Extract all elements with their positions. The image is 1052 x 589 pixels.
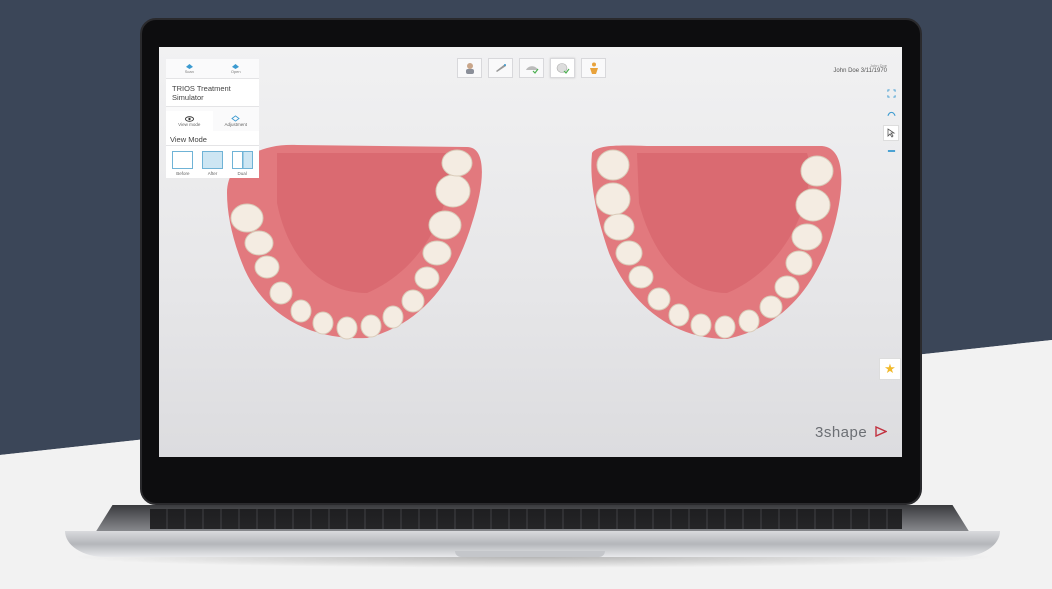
panel-tabs: View mode Adjustment: [166, 111, 259, 131]
patient-info: John Doe John Doe 3/11/1970: [833, 63, 887, 74]
fullscreen-button[interactable]: [884, 87, 898, 99]
adjust-icon: [231, 115, 240, 122]
treatment-button[interactable]: [581, 58, 606, 78]
app-screen: Scan Open TRIOS Treatment Simulator View…: [159, 47, 902, 457]
tab-adjustment[interactable]: Adjustment: [213, 111, 260, 131]
patient-face-icon: [465, 63, 474, 74]
treatment-icon: [589, 62, 598, 74]
jaw-check-button[interactable]: [519, 58, 544, 78]
open-button[interactable]: Open: [213, 59, 260, 78]
mode-after-button[interactable]: After: [201, 151, 223, 176]
tool-panel: Scan Open TRIOS Treatment Simulator View…: [166, 59, 259, 178]
mode-after-label: After: [207, 171, 218, 176]
patient-name-dob: John Doe 3/11/1970: [833, 68, 887, 74]
mode-before-label: Before: [176, 171, 190, 176]
scan-button-label: Scan: [184, 68, 194, 74]
mode-dual-button[interactable]: Dual: [231, 151, 253, 176]
cursor-select-button[interactable]: [883, 125, 899, 141]
rotate-up-icon: [886, 111, 896, 116]
rotate-up-button[interactable]: [884, 107, 898, 119]
tab-view-mode[interactable]: View mode: [166, 111, 213, 131]
patient-face-button[interactable]: [457, 58, 482, 78]
tooth-check-button[interactable]: [550, 58, 575, 78]
scanner-icon: [495, 64, 506, 72]
brand-logo-triangle-icon: [875, 426, 887, 437]
scanner-button[interactable]: [488, 58, 513, 78]
mode-before-icon: [172, 151, 194, 169]
mode-dual-icon: [231, 151, 253, 169]
view-mode-options: Before After Dual: [166, 146, 259, 178]
mode-after-icon: [201, 151, 223, 169]
star-icon: ★: [884, 361, 896, 376]
panel-top-buttons: Scan Open: [166, 59, 259, 79]
tooth-check-icon: [556, 63, 569, 74]
panel-title: TRIOS Treatment Simulator: [166, 79, 259, 107]
dental-arch-after[interactable]: [587, 143, 847, 343]
view-mode-heading: View Mode: [166, 131, 259, 146]
jaw-check-icon: [525, 66, 538, 74]
tab-view-mode-label: View mode: [178, 121, 201, 127]
tab-adjustment-label: Adjustment: [224, 122, 247, 127]
laptop-notch: [455, 551, 605, 557]
fullscreen-icon: [886, 88, 896, 98]
minimize-button[interactable]: [884, 145, 898, 157]
keyboard: [150, 509, 902, 529]
open-button-label: Open: [230, 68, 241, 74]
minimize-icon: [887, 150, 895, 152]
cursor-select-icon: [887, 128, 896, 138]
brand-logo-text: 3shape: [815, 424, 868, 441]
scan-button[interactable]: Scan: [166, 59, 213, 78]
mode-before-button[interactable]: Before: [172, 151, 194, 176]
mode-dual-label: Dual: [237, 171, 247, 176]
workflow-toolbar: [457, 58, 606, 78]
favorite-button[interactable]: ★: [879, 358, 901, 380]
